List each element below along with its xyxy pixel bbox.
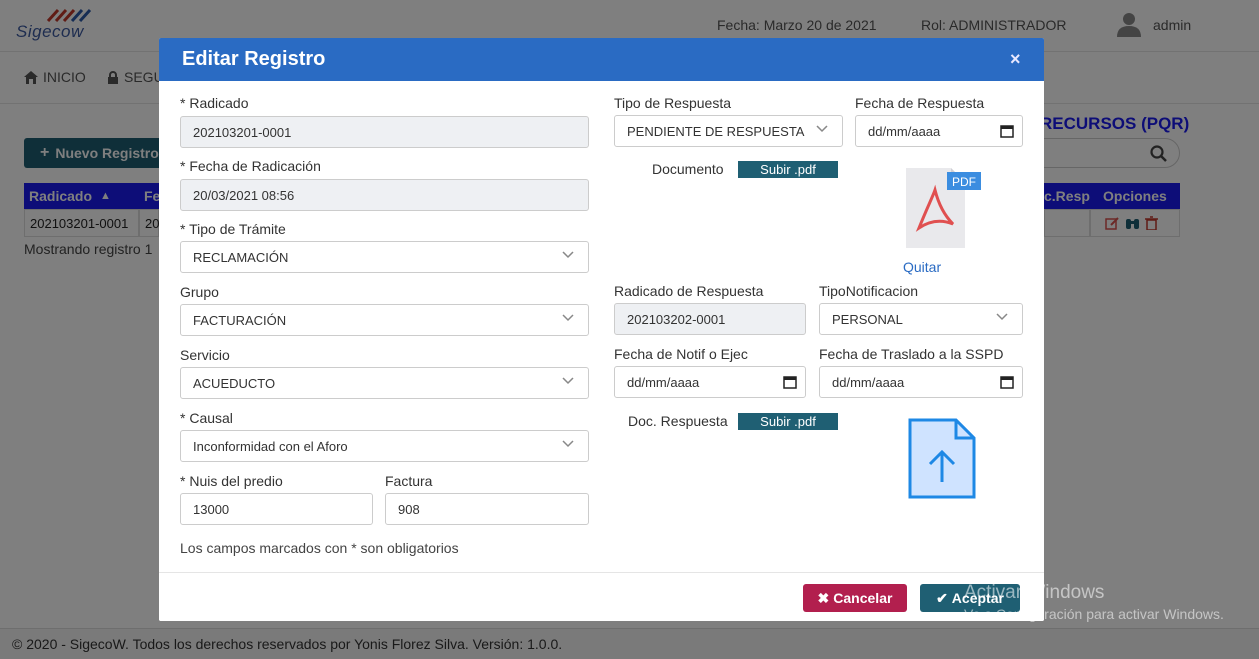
radicado-input[interactable]: 202103201-0001 <box>180 116 589 148</box>
fecha-notif-input[interactable]: dd/mm/aaaa <box>614 366 806 398</box>
close-icon: ✖ <box>817 589 830 606</box>
upload-documento-button[interactable]: Subir .pdf <box>738 161 838 178</box>
factura-value: 908 <box>398 501 420 517</box>
chevron-down-icon <box>816 125 828 133</box>
radicado-value: 202103201-0001 <box>193 124 292 140</box>
file-upload-icon[interactable] <box>908 418 978 500</box>
cancel-button[interactable]: ✖ Cancelar <box>803 584 907 612</box>
fecha-radicacion-label: * Fecha de Radicación <box>180 158 321 174</box>
causal-label: * Causal <box>180 410 233 426</box>
pdf-file-icon: PDF <box>906 168 981 248</box>
fecha-respuesta-input[interactable]: dd/mm/aaaa <box>855 115 1023 147</box>
chevron-down-icon <box>996 313 1008 321</box>
tipo-notificacion-select[interactable]: PERSONAL <box>819 303 1023 335</box>
factura-label: Factura <box>385 473 433 489</box>
modal-header: Editar Registro × <box>159 38 1044 81</box>
tipo-respuesta-select[interactable]: PENDIENTE DE RESPUESTA <box>614 115 843 147</box>
grupo-value: FACTURACIÓN <box>193 312 287 328</box>
upload-doc-respuesta-label: Subir .pdf <box>760 414 816 429</box>
doc-respuesta-label: Doc. Respuesta <box>628 413 728 429</box>
nuis-input[interactable]: 13000 <box>180 493 373 525</box>
fecha-traslado-input[interactable]: dd/mm/aaaa <box>819 366 1023 398</box>
calendar-icon[interactable] <box>783 375 797 389</box>
upload-documento-label: Subir .pdf <box>760 162 816 177</box>
servicio-value: ACUEDUCTO <box>193 375 276 391</box>
documento-label: Documento <box>652 161 724 177</box>
calendar-icon[interactable] <box>1000 124 1014 138</box>
fecha-notif-value: dd/mm/aaaa <box>627 374 700 390</box>
tipo-notificacion-value: PERSONAL <box>832 311 903 327</box>
remove-document-link[interactable]: Quitar <box>903 259 941 275</box>
fecha-respuesta-label: Fecha de Respuesta <box>855 95 985 111</box>
servicio-select[interactable]: ACUEDUCTO <box>180 367 589 399</box>
fecha-notif-label: Fecha de Notif o Ejec <box>614 346 748 362</box>
grupo-select[interactable]: FACTURACIÓN <box>180 304 589 336</box>
fecha-traslado-value: dd/mm/aaaa <box>832 374 905 390</box>
radicado-respuesta-label: Radicado de Respuesta <box>614 283 764 299</box>
causal-value: Inconformidad con el Aforo <box>193 438 348 454</box>
upload-doc-respuesta-button[interactable]: Subir .pdf <box>738 413 838 430</box>
windows-activation-watermark: Activar Windows <box>964 582 1105 603</box>
factura-input[interactable]: 908 <box>385 493 589 525</box>
edit-record-modal: Editar Registro × * Radicado 202103201-0… <box>159 38 1044 621</box>
fecha-radicacion-input[interactable]: 20/03/2021 08:56 <box>180 179 589 211</box>
fecha-radicacion-value: 20/03/2021 08:56 <box>193 187 295 203</box>
servicio-label: Servicio <box>180 347 230 363</box>
chevron-down-icon <box>562 251 574 259</box>
windows-activation-hint: Ve a Configuración para activar Windows. <box>964 606 1224 622</box>
modal-footer: ✖ Cancelar ✔ Aceptar <box>159 572 1044 621</box>
required-fields-note: Los campos marcados con * son obligatori… <box>180 540 459 556</box>
causal-select[interactable]: Inconformidad con el Aforo <box>180 430 589 462</box>
fecha-respuesta-value: dd/mm/aaaa <box>868 123 941 139</box>
tipo-tramite-label: * Tipo de Trámite <box>180 221 286 237</box>
tipo-tramite-select[interactable]: RECLAMACIÓN <box>180 241 589 273</box>
tipo-respuesta-label: Tipo de Respuesta <box>614 95 731 111</box>
tipo-respuesta-value: PENDIENTE DE RESPUESTA <box>627 123 805 139</box>
chevron-down-icon <box>562 314 574 322</box>
calendar-icon[interactable] <box>1000 375 1014 389</box>
chevron-down-icon <box>562 377 574 385</box>
grupo-label: Grupo <box>180 284 219 300</box>
modal-title: Editar Registro <box>182 48 326 70</box>
nuis-value: 13000 <box>193 501 230 517</box>
pdf-badge-text: PDF <box>952 175 976 189</box>
cancel-label: Cancelar <box>833 590 893 606</box>
radicado-respuesta-value: 202103202-0001 <box>627 311 726 327</box>
check-circle-icon: ✔ <box>936 589 948 606</box>
tipo-notificacion-label: TipoNotificacion <box>819 283 919 299</box>
nuis-label: * Nuis del predio <box>180 473 283 489</box>
radicado-respuesta-input[interactable]: 202103202-0001 <box>614 303 806 335</box>
radicado-label: * Radicado <box>180 95 249 111</box>
close-icon[interactable]: × <box>1010 49 1021 70</box>
chevron-down-icon <box>562 440 574 448</box>
fecha-traslado-label: Fecha de Traslado a la SSPD <box>819 346 1004 362</box>
tipo-tramite-value: RECLAMACIÓN <box>193 249 289 265</box>
